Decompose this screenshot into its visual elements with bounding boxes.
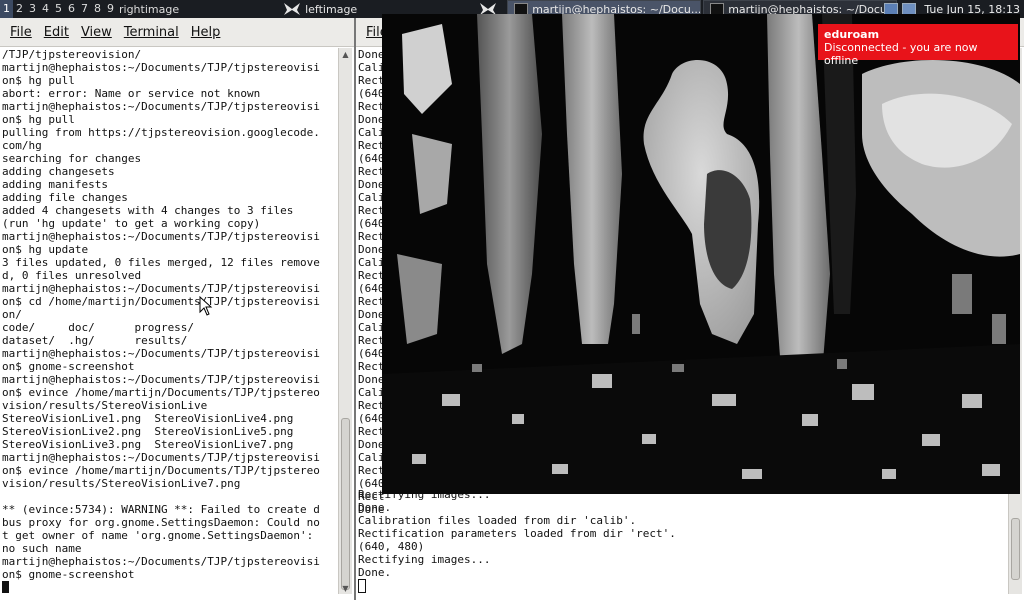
workspace-3[interactable]: 3	[26, 0, 39, 18]
terminal-line: on$ cd /home/martijn/Documents/TJP/tjpst…	[2, 295, 320, 308]
terminal-line: adding manifests	[2, 178, 108, 191]
terminal-line: Rectifying images...	[358, 553, 491, 566]
terminal-line: martijn@hephaistos:~/Documents/TJP/tjpst…	[2, 451, 320, 464]
workspace-8[interactable]: 8	[91, 0, 104, 18]
terminal-line: StereoVisionLive3.png StereoVisionLive7.…	[2, 438, 294, 451]
workspace-1[interactable]: 1	[0, 0, 13, 18]
terminal-line: Rectification parameters loaded from dir…	[358, 527, 676, 540]
notification-message: Disconnected - you are now offline	[824, 41, 978, 67]
terminal-line: added 4 changesets with 4 changes to 3 f…	[2, 204, 294, 217]
menu-help[interactable]: Help	[185, 25, 227, 40]
terminal-line: adding file changes	[2, 191, 128, 204]
terminal-line: Done.	[358, 501, 392, 514]
terminal-line: martijn@hephaistos:~/Documents/TJP/tjpst…	[2, 347, 320, 360]
terminal-line: on$ evince /home/martijn/Documents/TJP/t…	[2, 464, 320, 477]
task-leftimage[interactable]: leftimage	[305, 3, 357, 16]
workspace-2[interactable]: 2	[13, 0, 26, 18]
terminal-line: (640, 480)	[358, 540, 425, 553]
workspace-switcher[interactable]: 123456789	[0, 0, 117, 18]
workspace-9[interactable]: 9	[104, 0, 117, 18]
terminal-line: pulling from https://tjpstereovision.goo…	[2, 126, 320, 139]
network-notification[interactable]: eduroam Disconnected - you are now offli…	[818, 24, 1018, 67]
terminal-line: martijn@hephaistos:~/Documents/TJP/tjpst…	[2, 373, 320, 386]
terminal-cursor-line	[2, 581, 336, 594]
scrollbar[interactable]: ▲ ▼	[338, 48, 352, 594]
terminal-cursor-line	[358, 579, 1006, 594]
workspace-6[interactable]: 6	[65, 0, 78, 18]
terminal-output[interactable]: Rectifying images... Done. Calibration fil…	[358, 488, 1006, 594]
terminal-line: /TJP/tjpstereovision/	[2, 48, 142, 61]
mouse-pointer-icon	[199, 296, 213, 316]
terminal-line: Calibration files loaded from dir 'calib…	[358, 514, 637, 527]
menu-terminal[interactable]: Terminal	[118, 25, 185, 40]
workspace-4[interactable]: 4	[39, 0, 52, 18]
terminal-line: on$ hg pull	[2, 74, 75, 87]
terminal-line: 3 files updated, 0 files merged, 12 file…	[2, 256, 320, 269]
terminal-line: on$ hg pull	[2, 113, 75, 126]
terminal-line: vision/results/StereoVisionLive7.png	[2, 477, 241, 490]
menu-file[interactable]: File	[4, 25, 38, 40]
depth-image-canvas	[382, 14, 1020, 494]
scrollbar-thumb[interactable]	[1011, 518, 1020, 580]
menu-view[interactable]: View	[75, 25, 118, 40]
terminal-line: searching for changes	[2, 152, 142, 165]
menu-edit[interactable]: Edit	[38, 25, 75, 40]
left-terminal-window: File Edit View Terminal Help /TJP/tjpste…	[0, 18, 356, 600]
terminal-line: d, 0 files unresolved	[2, 269, 142, 282]
disparity-map-image[interactable]	[382, 14, 1020, 494]
terminal-line: on$ evince /home/martijn/Documents/TJP/t…	[2, 386, 320, 399]
terminal-line: no such name	[2, 542, 82, 555]
workspace-7[interactable]: 7	[78, 0, 91, 18]
terminal-line: martijn@hephaistos:~/Documents/TJP/tjpst…	[2, 282, 320, 295]
terminal-line: martijn@hephaistos:~/Documents/TJP/tjpst…	[2, 230, 320, 243]
terminal-line: dataset/ .hg/ results/	[2, 334, 188, 347]
text-cursor	[358, 579, 366, 593]
terminal-line: martijn@hephaistos:~/Documents/TJP/tjpst…	[2, 555, 320, 568]
terminal-line: adding changesets	[2, 165, 115, 178]
terminal-line: (run 'hg update' to get a working copy)	[2, 217, 261, 230]
terminal-line: com/hg	[2, 139, 42, 152]
terminal-line: ** (evince:5734): WARNING **: Failed to …	[2, 503, 320, 516]
workspace-name: rightimage	[119, 2, 180, 16]
text-cursor	[2, 581, 9, 593]
terminal-line: on/	[2, 308, 22, 321]
butterfly-icon	[284, 3, 301, 15]
scroll-up-icon[interactable]: ▲	[341, 50, 350, 60]
menu-bar: File Edit View Terminal Help	[0, 18, 354, 47]
terminal-line: abort: error: Name or service not known	[2, 87, 261, 100]
terminal-line: on$ gnome-screenshot	[2, 360, 135, 373]
scroll-down-icon[interactable]: ▼	[341, 584, 350, 594]
terminal-line: code/ doc/ progress/	[2, 321, 195, 334]
terminal-line: vision/results/StereoVisionLive	[2, 399, 208, 412]
scrollbar-thumb[interactable]	[341, 418, 350, 590]
terminal-line: martijn@hephaistos:~/Documents/TJP/tjpst…	[2, 61, 320, 74]
notification-title: eduroam	[824, 28, 880, 41]
terminal-line: t get owner of name 'org.gnome.SettingsD…	[2, 529, 314, 542]
workspace-5[interactable]: 5	[52, 0, 65, 18]
terminal-line: Done.	[358, 566, 392, 579]
terminal-line: martijn@hephaistos:~/Documents/TJP/tjpst…	[2, 100, 320, 113]
terminal-line: StereoVisionLive2.png StereoVisionLive5.…	[2, 425, 294, 438]
terminal-line: on$ gnome-screenshot	[2, 568, 135, 581]
terminal-output[interactable]: /TJP/tjpstereovision/martijn@hephaistos:…	[2, 48, 336, 594]
terminal-line: on$ hg update	[2, 243, 89, 256]
terminal-line: bus proxy for org.gnome.SettingsDaemon: …	[2, 516, 320, 529]
terminal-line: StereoVisionLive1.png StereoVisionLive4.…	[2, 412, 294, 425]
